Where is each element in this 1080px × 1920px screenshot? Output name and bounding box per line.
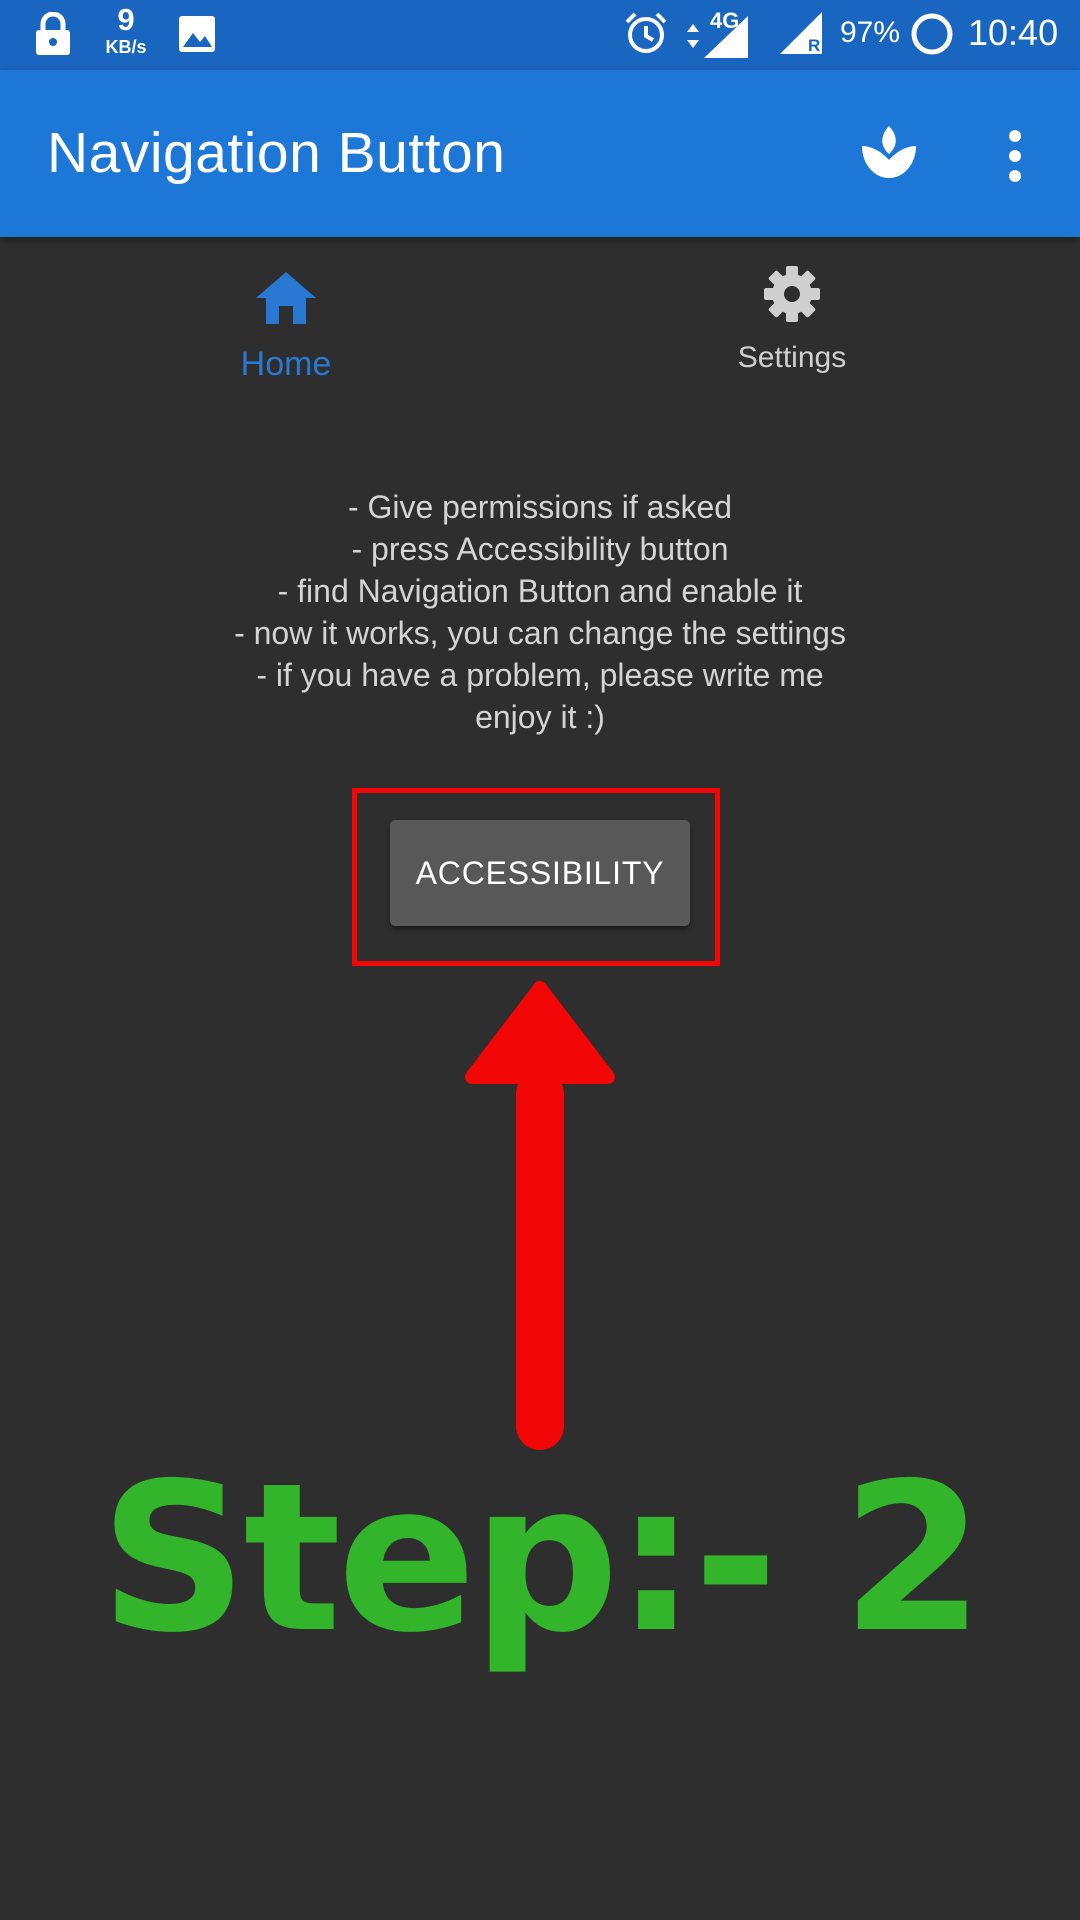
mobile-data: 4G (686, 8, 766, 63)
leaf-icon[interactable] (858, 122, 920, 184)
instruction-line: - find Navigation Button and enable it (277, 573, 803, 609)
data-arrows-icon (687, 24, 699, 48)
accessibility-button[interactable]: ACCESSIBILITY (390, 820, 690, 926)
gear-icon (764, 266, 820, 322)
clock: 10:40 (968, 12, 1059, 53)
network-speed-unit: KB/s (105, 37, 147, 57)
tab-home[interactable]: Home (136, 270, 436, 384)
tab-home-label: Home (240, 345, 332, 383)
battery-circle-icon (911, 13, 953, 55)
tab-settings-label: Settings (737, 341, 847, 374)
signal-icon (704, 16, 748, 58)
tab-settings[interactable]: Settings (642, 266, 942, 375)
instructions: - Give permissions if asked - press Acce… (0, 486, 1080, 738)
status-bar: 9 KB/s 4G R 97% 10:40 (0, 0, 1080, 70)
app-title: Navigation Button (47, 121, 506, 185)
more-vert-icon[interactable] (1003, 128, 1027, 184)
roaming-indicator: R (808, 36, 821, 55)
app-bar: Navigation Button (0, 70, 1080, 237)
roaming-signal: R (778, 10, 826, 60)
instruction-line: - Give permissions if asked (347, 489, 733, 525)
network-speed: 9 KB/s (96, 4, 156, 58)
alarm-icon (625, 12, 667, 53)
battery-percent: 97% (840, 16, 901, 49)
instruction-line: - now it works, you can change the setti… (234, 615, 846, 651)
home-icon (256, 272, 316, 324)
network-speed-value: 9 (117, 2, 135, 37)
step-label: Step:- 2 (99, 1440, 985, 1678)
image-icon (179, 16, 215, 52)
instruction-line: enjoy it :) (475, 699, 605, 735)
arrow-up-icon (465, 981, 615, 1450)
instruction-line: - if you have a problem, please write me (256, 657, 824, 693)
lock-icon (36, 12, 70, 55)
instruction-line: - press Accessibility button (351, 531, 729, 567)
